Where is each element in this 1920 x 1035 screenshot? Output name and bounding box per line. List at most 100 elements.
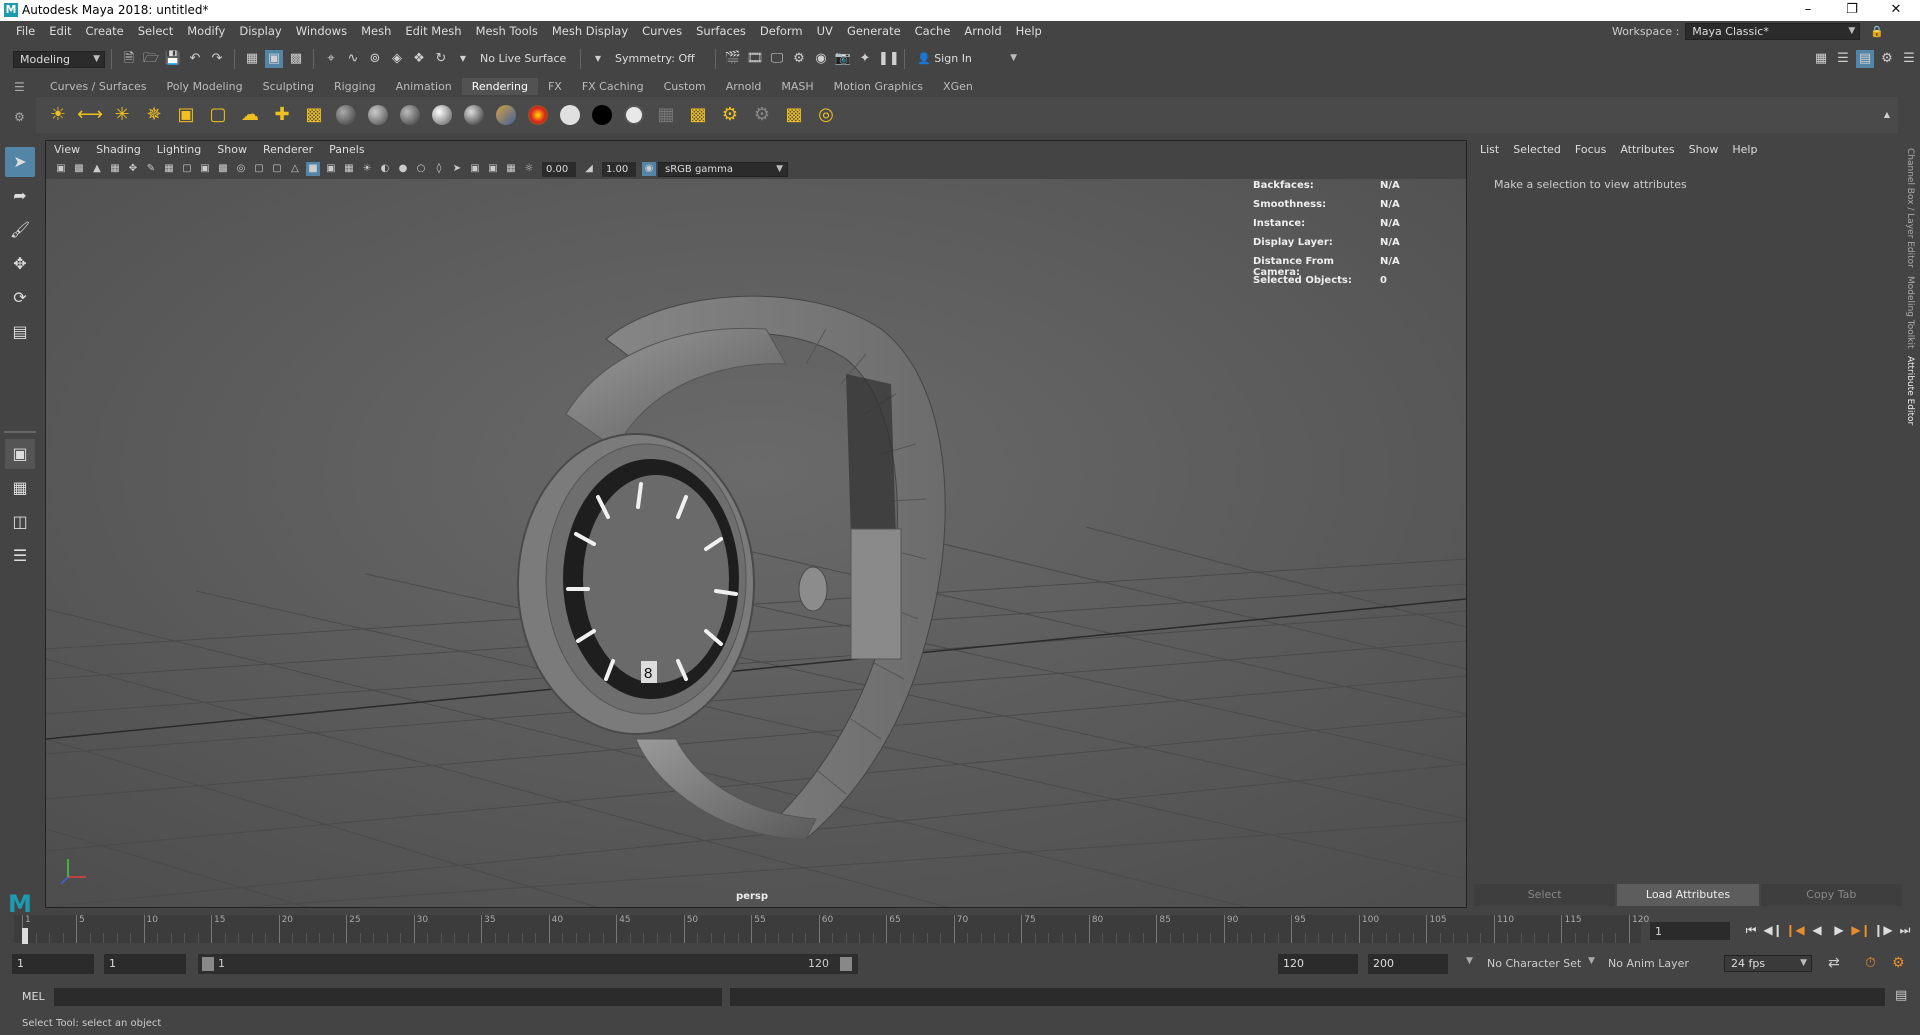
select-camera-icon[interactable]: ▣ bbox=[54, 162, 68, 176]
ae-menu-help[interactable]: Help bbox=[1725, 141, 1764, 159]
ipr-icon[interactable]: ⚙ bbox=[717, 102, 743, 128]
ai-standard-surface-icon[interactable] bbox=[560, 105, 580, 125]
redo-icon[interactable]: ↷ bbox=[208, 50, 226, 68]
select-object-icon[interactable]: ▣ bbox=[265, 50, 283, 68]
screen-space-ao-icon[interactable]: ● bbox=[396, 162, 410, 176]
textured-icon[interactable]: ▦ bbox=[342, 162, 356, 176]
use-all-lights-icon[interactable]: ☀ bbox=[360, 162, 374, 176]
point-light-icon[interactable]: ✳ bbox=[109, 102, 135, 128]
arnold-render-icon[interactable]: ✦ bbox=[856, 50, 874, 68]
hypershade-shelf-icon[interactable]: ▦ bbox=[653, 102, 679, 128]
menuset-dropdown[interactable]: Modeling ▼ bbox=[13, 50, 105, 68]
four-view-layout-icon[interactable]: ▦ bbox=[5, 473, 35, 503]
select-component-icon[interactable]: ▩ bbox=[287, 50, 305, 68]
chevron-down-icon[interactable]: ▼ bbox=[589, 50, 607, 68]
go-to-end-icon[interactable]: ⏭ bbox=[1894, 920, 1916, 940]
light-editor-icon[interactable]: ✚ bbox=[269, 102, 295, 128]
menu-arnold[interactable]: Arnold bbox=[957, 21, 1008, 42]
gamma-field[interactable]: 1.00 bbox=[602, 161, 636, 177]
playback-end-field[interactable]: 120 bbox=[1278, 954, 1358, 974]
character-set-dropdown[interactable]: No Character Set bbox=[1487, 957, 1581, 970]
phong-shader-icon[interactable] bbox=[400, 105, 420, 125]
tab-fx[interactable]: FX bbox=[538, 78, 572, 95]
snap-view-plane-icon[interactable]: ◈ bbox=[388, 50, 406, 68]
render-view-icon[interactable]: 🖵 bbox=[768, 50, 786, 68]
menu-modify[interactable]: Modify bbox=[180, 21, 232, 42]
vp-menu-lighting[interactable]: Lighting bbox=[149, 141, 209, 159]
batch-render-icon[interactable]: ⚙ bbox=[749, 102, 775, 128]
tab-motion-graphics[interactable]: Motion Graphics bbox=[824, 78, 933, 95]
blinn-shader-icon[interactable] bbox=[368, 105, 388, 125]
render-frame-icon[interactable]: 🎬 bbox=[724, 50, 742, 68]
script-editor-icon[interactable]: ▤ bbox=[1895, 988, 1913, 1006]
render-target-icon[interactable]: ◎ bbox=[813, 102, 839, 128]
symmetry-field[interactable]: Symmetry: Off bbox=[609, 50, 709, 68]
lock-icon[interactable]: 🔒 bbox=[1870, 25, 1884, 38]
ipr-render-icon[interactable]: 📷 bbox=[834, 50, 852, 68]
play-backward-icon[interactable]: ◀ bbox=[1806, 920, 1828, 940]
shadows-icon[interactable]: ◐ bbox=[378, 162, 392, 176]
lasso-tool-icon[interactable]: ➦ bbox=[5, 181, 35, 211]
tab-poly-modeling[interactable]: Poly Modeling bbox=[157, 78, 253, 95]
rotate-tool-icon[interactable]: ⟳ bbox=[5, 283, 35, 313]
gate-mask-icon[interactable]: ▩ bbox=[216, 162, 230, 176]
isolate-select-icon[interactable]: ➤ bbox=[450, 162, 464, 176]
camera-icon[interactable]: ▩ bbox=[301, 102, 327, 128]
tab-animation[interactable]: Animation bbox=[386, 78, 462, 95]
menu-surfaces[interactable]: Surfaces bbox=[689, 21, 753, 42]
field-chart-icon[interactable]: ◎ bbox=[234, 162, 248, 176]
image-plane-icon[interactable]: ▦ bbox=[108, 162, 122, 176]
motion-blur-icon[interactable]: ○ bbox=[414, 162, 428, 176]
x-ray-joints-icon[interactable]: ▣ bbox=[486, 162, 500, 176]
channel-box-icon[interactable]: ▤ bbox=[1856, 50, 1874, 68]
spot-light-icon[interactable]: ✵ bbox=[141, 102, 167, 128]
step-forward-frame-icon[interactable]: ▶❙ bbox=[1850, 920, 1872, 940]
go-to-start-icon[interactable]: ⏮ bbox=[1740, 920, 1762, 940]
shelf-menu-icon[interactable]: ☰ bbox=[14, 80, 25, 94]
modeling-toolkit-icon[interactable]: ▦ bbox=[1812, 50, 1830, 68]
tab-curves-surfaces[interactable]: Curves / Surfaces bbox=[40, 78, 157, 95]
current-time-marker[interactable] bbox=[22, 928, 28, 944]
load-attributes-button[interactable]: Load Attributes bbox=[1617, 884, 1759, 906]
x-ray-icon[interactable]: ▣ bbox=[468, 162, 482, 176]
workspace-dropdown[interactable]: Maya Classic* ▼ bbox=[1685, 23, 1861, 40]
restore-icon[interactable]: ❐ bbox=[1830, 0, 1874, 21]
signin-button[interactable]: 👤 Sign In ▼ bbox=[911, 50, 1021, 68]
menu-mesh-tools[interactable]: Mesh Tools bbox=[469, 21, 545, 42]
playback-start-field[interactable]: 1 bbox=[104, 954, 186, 974]
ae-menu-selected[interactable]: Selected bbox=[1506, 141, 1568, 159]
select-tool-icon[interactable]: ➤ bbox=[5, 147, 35, 177]
tool-settings-icon[interactable]: ⚙ bbox=[1878, 50, 1896, 68]
menu-edit[interactable]: Edit bbox=[42, 21, 78, 42]
resolution-gate-icon[interactable]: ▣ bbox=[198, 162, 212, 176]
view-transform-dropdown[interactable]: sRGB gamma ▼ bbox=[658, 161, 788, 177]
tab-sculpting[interactable]: Sculpting bbox=[253, 78, 324, 95]
open-scene-icon[interactable]: 🗁 bbox=[142, 50, 160, 68]
menu-mesh[interactable]: Mesh bbox=[354, 21, 398, 42]
range-slider[interactable]: 1 120 bbox=[198, 954, 858, 974]
attribute-editor-icon[interactable]: ☰ bbox=[1834, 50, 1852, 68]
single-view-layout-icon[interactable]: ▣ bbox=[5, 439, 35, 469]
current-frame-field[interactable]: 1 bbox=[1650, 922, 1730, 940]
animation-preferences-icon[interactable]: ⚙ bbox=[1892, 955, 1905, 971]
menu-uv[interactable]: UV bbox=[810, 21, 840, 42]
safe-action-icon[interactable]: ▢ bbox=[252, 162, 266, 176]
select-button[interactable]: Select bbox=[1474, 884, 1616, 906]
menu-help[interactable]: Help bbox=[1009, 21, 1049, 42]
tab-fx-caching[interactable]: FX Caching bbox=[572, 78, 654, 95]
snap-grid-icon[interactable]: ⌖ bbox=[322, 50, 340, 68]
2d-pan-zoom-icon[interactable]: ✥ bbox=[126, 162, 140, 176]
menu-create[interactable]: Create bbox=[79, 21, 131, 42]
safe-title-icon[interactable]: ▢ bbox=[270, 162, 284, 176]
vp-menu-renderer[interactable]: Renderer bbox=[255, 141, 321, 159]
select-hierarchy-icon[interactable]: ▦ bbox=[243, 50, 261, 68]
phong-e-shader-icon[interactable] bbox=[432, 105, 452, 125]
wireframe-on-shaded-icon[interactable]: ▣ bbox=[324, 162, 338, 176]
render-settings-icon[interactable]: ⚙ bbox=[790, 50, 808, 68]
end-time-field[interactable]: 200 bbox=[1368, 954, 1448, 974]
fps-dropdown[interactable]: 24 fps ▼ bbox=[1724, 955, 1812, 972]
close-icon[interactable]: ✕ bbox=[1874, 0, 1918, 21]
multisample-aa-icon[interactable]: ◊ bbox=[432, 162, 446, 176]
snap-live-icon[interactable]: ❖ bbox=[410, 50, 428, 68]
tab-mash[interactable]: MASH bbox=[771, 78, 823, 95]
